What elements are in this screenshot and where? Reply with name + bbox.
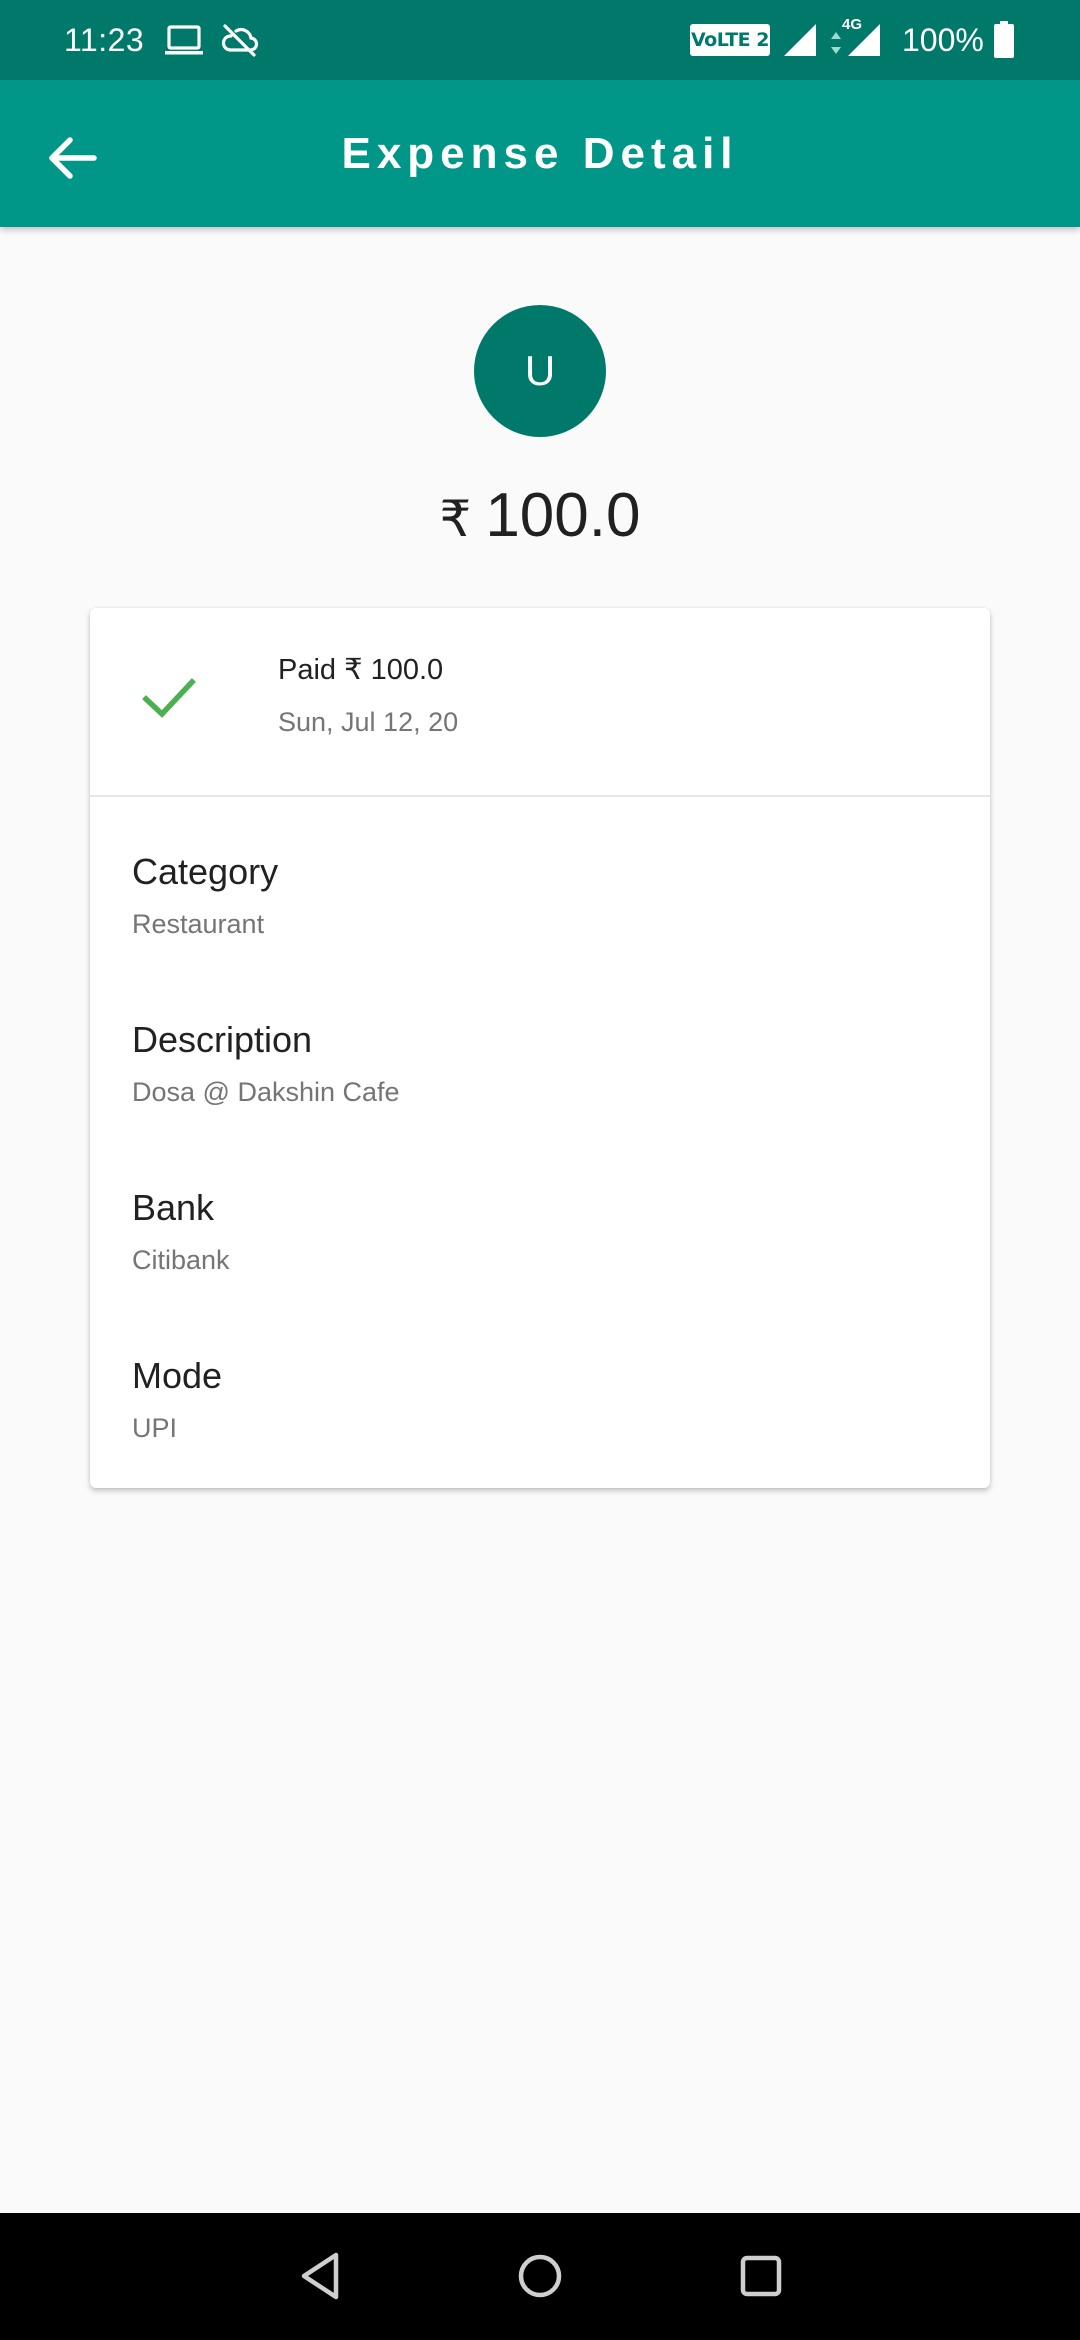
volte-badge: VoLTE 2 xyxy=(690,24,770,56)
amount-value: 100.0 xyxy=(485,481,641,550)
back-triangle-icon xyxy=(301,2252,339,2300)
page-title: Expense Detail xyxy=(341,129,739,178)
payment-status-row: Paid ₹ 100.0 Sun, Jul 12, 20 xyxy=(90,608,990,796)
battery-percent: 100% xyxy=(902,22,984,58)
field-label: Description xyxy=(132,1019,313,1060)
battery-icon xyxy=(994,21,1014,58)
payment-date: Sun, Jul 12, 20 xyxy=(278,707,459,737)
payment-status-text: Paid ₹ 100.0 xyxy=(278,654,444,686)
cloud-off-icon xyxy=(221,24,259,57)
avatar: U xyxy=(474,305,606,437)
nav-recents-button[interactable] xyxy=(726,2241,796,2311)
signal-icon xyxy=(784,24,816,56)
field-label: Category xyxy=(132,851,279,892)
data-arrows-icon xyxy=(831,32,841,54)
field-category: Category Restaurant xyxy=(132,848,952,942)
field-bank: Bank Citibank xyxy=(132,1184,952,1278)
field-value: UPI xyxy=(132,1413,178,1443)
field-value: Restaurant xyxy=(132,909,265,939)
field-mode: Mode UPI xyxy=(132,1352,952,1446)
status-bar: 11:23 VoLTE 2 4G 100% xyxy=(0,0,1080,80)
field-value: Citibank xyxy=(132,1245,230,1275)
field-label: Mode xyxy=(132,1355,223,1396)
field-value: Dosa @ Dakshin Cafe xyxy=(132,1077,400,1107)
laptop-icon xyxy=(165,25,203,55)
nav-home-button[interactable] xyxy=(505,2241,575,2311)
nav-back-button[interactable] xyxy=(286,2241,356,2311)
home-circle-icon xyxy=(518,2254,562,2298)
currency-symbol: ₹ xyxy=(439,490,472,548)
field-description: Description Dosa @ Dakshin Cafe xyxy=(132,1016,952,1110)
system-nav-bar xyxy=(0,2213,1080,2340)
signal-4g-icon xyxy=(848,24,880,56)
expense-detail-card: Paid ₹ 100.0 Sun, Jul 12, 20 Category Re… xyxy=(90,608,990,1488)
check-icon xyxy=(142,678,196,718)
divider xyxy=(90,795,990,797)
expense-amount: ₹100.0 xyxy=(0,478,1080,557)
field-label: Bank xyxy=(132,1187,215,1228)
recents-square-icon xyxy=(740,2255,782,2297)
status-time: 11:23 xyxy=(64,22,145,58)
app-bar: Expense Detail xyxy=(0,80,1080,227)
